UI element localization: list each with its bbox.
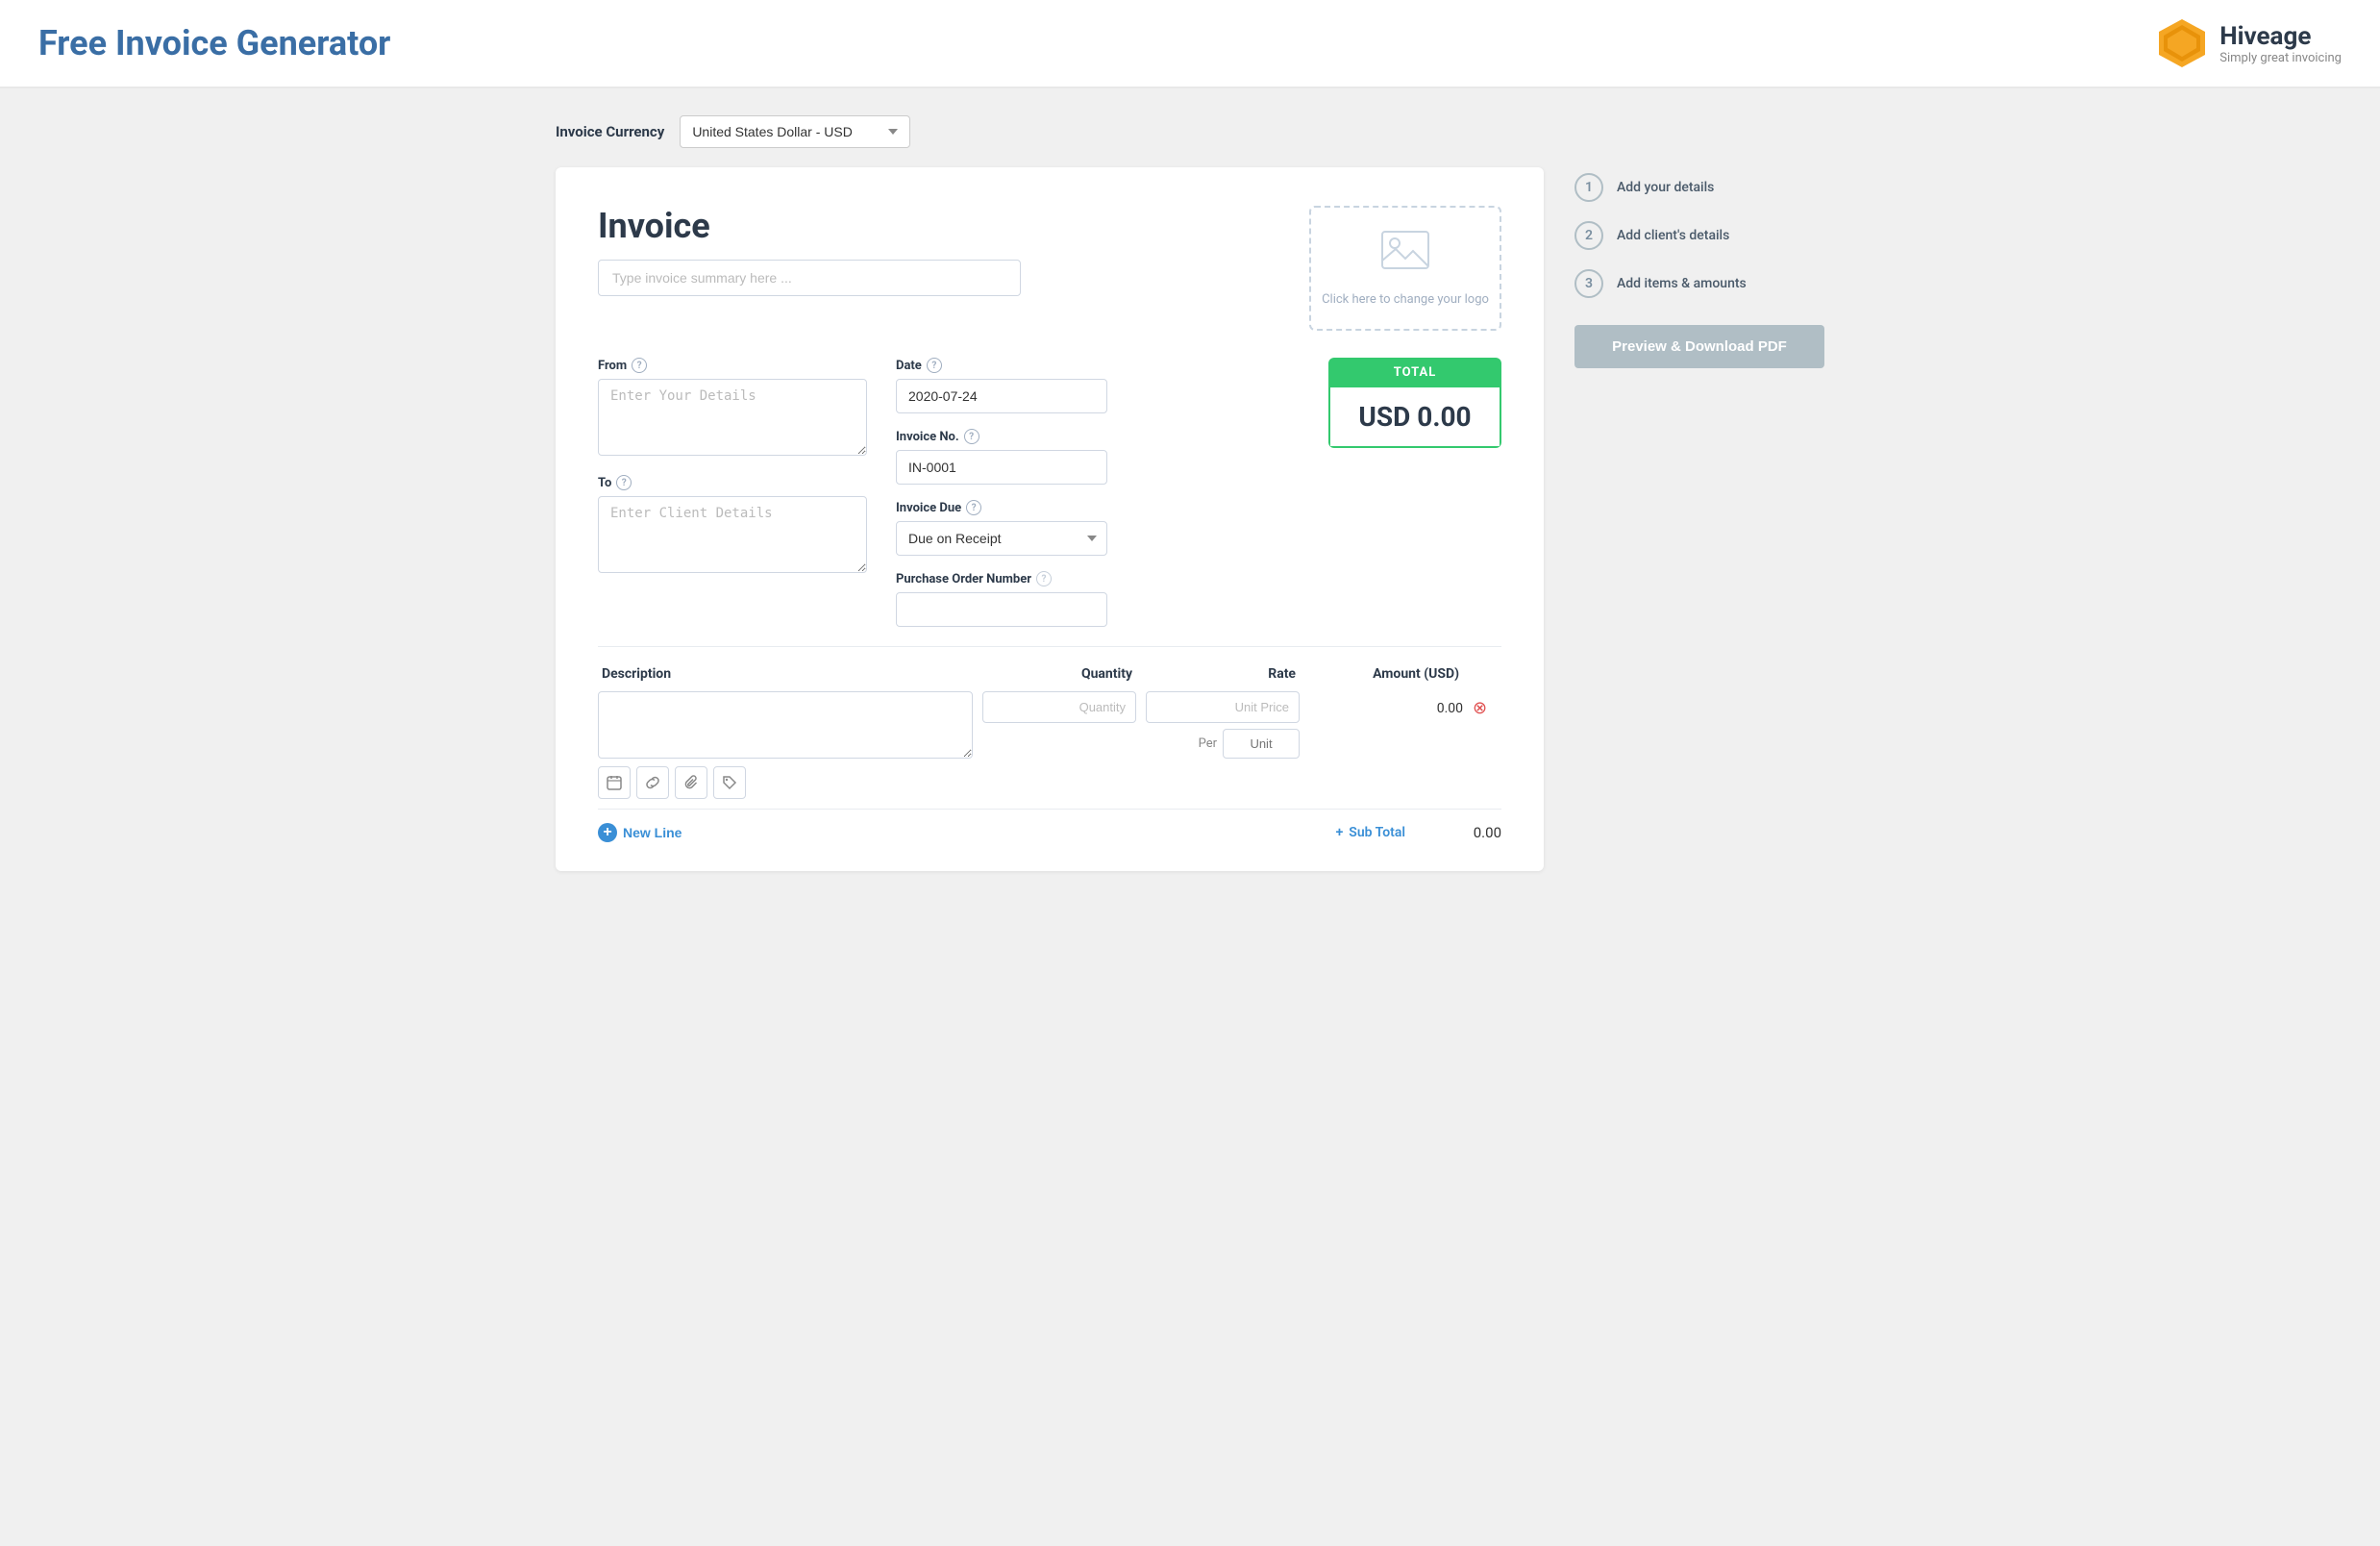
brand-logo: Hiveage Simply great invoicing	[2156, 17, 2342, 69]
main-layout: Invoice Currency United States Dollar - …	[517, 88, 1863, 898]
subtotal-label: Sub Total	[1349, 825, 1405, 840]
logo-upload-area[interactable]: Click here to change your logo	[1309, 206, 1501, 331]
invoice-due-help-icon[interactable]: ?	[966, 500, 981, 515]
per-label: Per	[1199, 736, 1217, 751]
invoice-summary-input[interactable]	[598, 260, 1021, 296]
po-help-icon[interactable]: ?	[1036, 571, 1052, 586]
quantity-col	[982, 691, 1136, 723]
step-3-label: Add items & amounts	[1617, 276, 1747, 291]
from-input[interactable]	[598, 379, 867, 456]
new-line-button[interactable]: + New Line	[598, 823, 682, 842]
attach-button[interactable]	[675, 766, 707, 799]
to-group: To ?	[598, 475, 867, 573]
step-1-item: 1 Add your details	[1574, 173, 1824, 202]
to-input[interactable]	[598, 496, 867, 573]
currency-row: Invoice Currency United States Dollar - …	[556, 115, 1544, 148]
invoice-no-group: Invoice No. ?	[896, 429, 1107, 485]
rate-col: Per	[1146, 691, 1300, 759]
from-section: From ? To ?	[598, 358, 867, 627]
step-2-label: Add client's details	[1617, 228, 1729, 243]
to-label: To ?	[598, 475, 867, 490]
subtotal-row: + Sub Total 0.00	[1336, 824, 1501, 841]
invoice-header-left: Invoice	[598, 206, 1280, 296]
currency-select[interactable]: United States Dollar - USD Euro - EUR Br…	[680, 115, 910, 148]
subtotal-amount: 0.00	[1425, 824, 1501, 841]
invoice-due-label: Invoice Due ?	[896, 500, 1107, 515]
table-row: Per 0.00 ⊗	[598, 691, 1501, 799]
step-2-number: 2	[1574, 221, 1603, 250]
quantity-input[interactable]	[982, 691, 1136, 723]
step-3-number: 3	[1574, 269, 1603, 298]
step-1-label: Add your details	[1617, 180, 1714, 195]
logo-upload-text: Click here to change your logo	[1322, 292, 1489, 307]
preview-download-button[interactable]: Preview & Download PDF	[1574, 325, 1824, 368]
tag-button[interactable]	[713, 766, 746, 799]
page-header: Free Invoice Generator Hiveage Simply gr…	[0, 0, 2380, 88]
unit-input[interactable]	[1223, 729, 1300, 759]
items-section: Description Quantity Rate Amount (USD)	[598, 646, 1501, 842]
col-quantity: Quantity	[979, 666, 1132, 682]
step-3-item: 3 Add items & amounts	[1574, 269, 1824, 298]
invoice-card: Invoice Click here to change your logo	[556, 167, 1544, 871]
col-amount: Amount (USD)	[1305, 666, 1459, 682]
per-unit-row: Per	[1146, 729, 1300, 759]
total-amount: USD 0.00	[1328, 387, 1501, 448]
col-rate: Rate	[1142, 666, 1296, 682]
subtotal-plus-icon[interactable]: +	[1336, 825, 1344, 840]
image-icon	[1380, 230, 1430, 283]
new-line-label: New Line	[623, 825, 682, 840]
steps-list: 1 Add your details 2 Add client's detail…	[1574, 173, 1824, 298]
to-help-icon[interactable]: ?	[616, 475, 632, 490]
po-label: Purchase Order Number ?	[896, 571, 1107, 586]
center-fields: Date ? Invoice No. ? I	[896, 358, 1107, 627]
from-group: From ?	[598, 358, 867, 456]
brand-name: Hiveage	[2219, 22, 2342, 51]
invoice-title: Invoice	[598, 206, 1280, 246]
total-area: TOTAL USD 0.00	[1136, 358, 1501, 627]
step-1-number: 1	[1574, 173, 1603, 202]
item-amount-value: 0.00	[1437, 701, 1463, 716]
step-2-item: 2 Add client's details	[1574, 221, 1824, 250]
po-group: Purchase Order Number ?	[896, 571, 1107, 627]
invoice-due-select[interactable]: Due on Receipt Net 7 Net 15 Net 30 Net 6…	[896, 521, 1107, 556]
link-button[interactable]	[636, 766, 669, 799]
brand-tagline: Simply great invoicing	[2219, 51, 2342, 65]
item-toolbar	[598, 766, 973, 799]
invoice-no-help-icon[interactable]: ?	[964, 429, 979, 444]
unit-price-input[interactable]	[1146, 691, 1300, 723]
plus-icon: +	[598, 823, 617, 842]
date-group: Date ?	[896, 358, 1107, 413]
remove-col: ⊗	[1473, 691, 1501, 716]
invoice-no-label: Invoice No. ?	[896, 429, 1107, 444]
brand-name-area: Hiveage Simply great invoicing	[2219, 22, 2342, 65]
from-help-icon[interactable]: ?	[632, 358, 647, 373]
items-header-row: Description Quantity Rate Amount (USD)	[598, 666, 1501, 682]
invoice-form-row: From ? To ?	[598, 358, 1501, 627]
invoice-left-column: Invoice Currency United States Dollar - …	[556, 115, 1544, 871]
invoice-due-group: Invoice Due ? Due on Receipt Net 7 Net 1…	[896, 500, 1107, 556]
item-description-input[interactable]	[598, 691, 973, 759]
currency-label: Invoice Currency	[556, 123, 664, 140]
col-actions	[1469, 666, 1498, 682]
right-sidebar: 1 Add your details 2 Add client's detail…	[1574, 115, 1824, 871]
item-amount-col: 0.00	[1309, 691, 1463, 716]
calendar-button[interactable]	[598, 766, 631, 799]
total-box: TOTAL USD 0.00	[1328, 358, 1501, 448]
hiveage-hex-icon	[2156, 17, 2208, 69]
page-title: Free Invoice Generator	[38, 23, 390, 63]
date-help-icon[interactable]: ?	[927, 358, 942, 373]
item-desc-area	[598, 691, 973, 799]
po-input[interactable]	[896, 592, 1107, 627]
col-description: Description	[602, 666, 969, 682]
remove-item-button[interactable]: ⊗	[1473, 699, 1487, 716]
invoice-top-section: Invoice Click here to change your logo	[598, 206, 1501, 331]
date-input[interactable]	[896, 379, 1107, 413]
date-label: Date ?	[896, 358, 1107, 373]
invoice-no-input[interactable]	[896, 450, 1107, 485]
from-label: From ?	[598, 358, 867, 373]
items-footer: + New Line + Sub Total 0.00	[598, 809, 1501, 842]
total-label: TOTAL	[1328, 358, 1501, 387]
